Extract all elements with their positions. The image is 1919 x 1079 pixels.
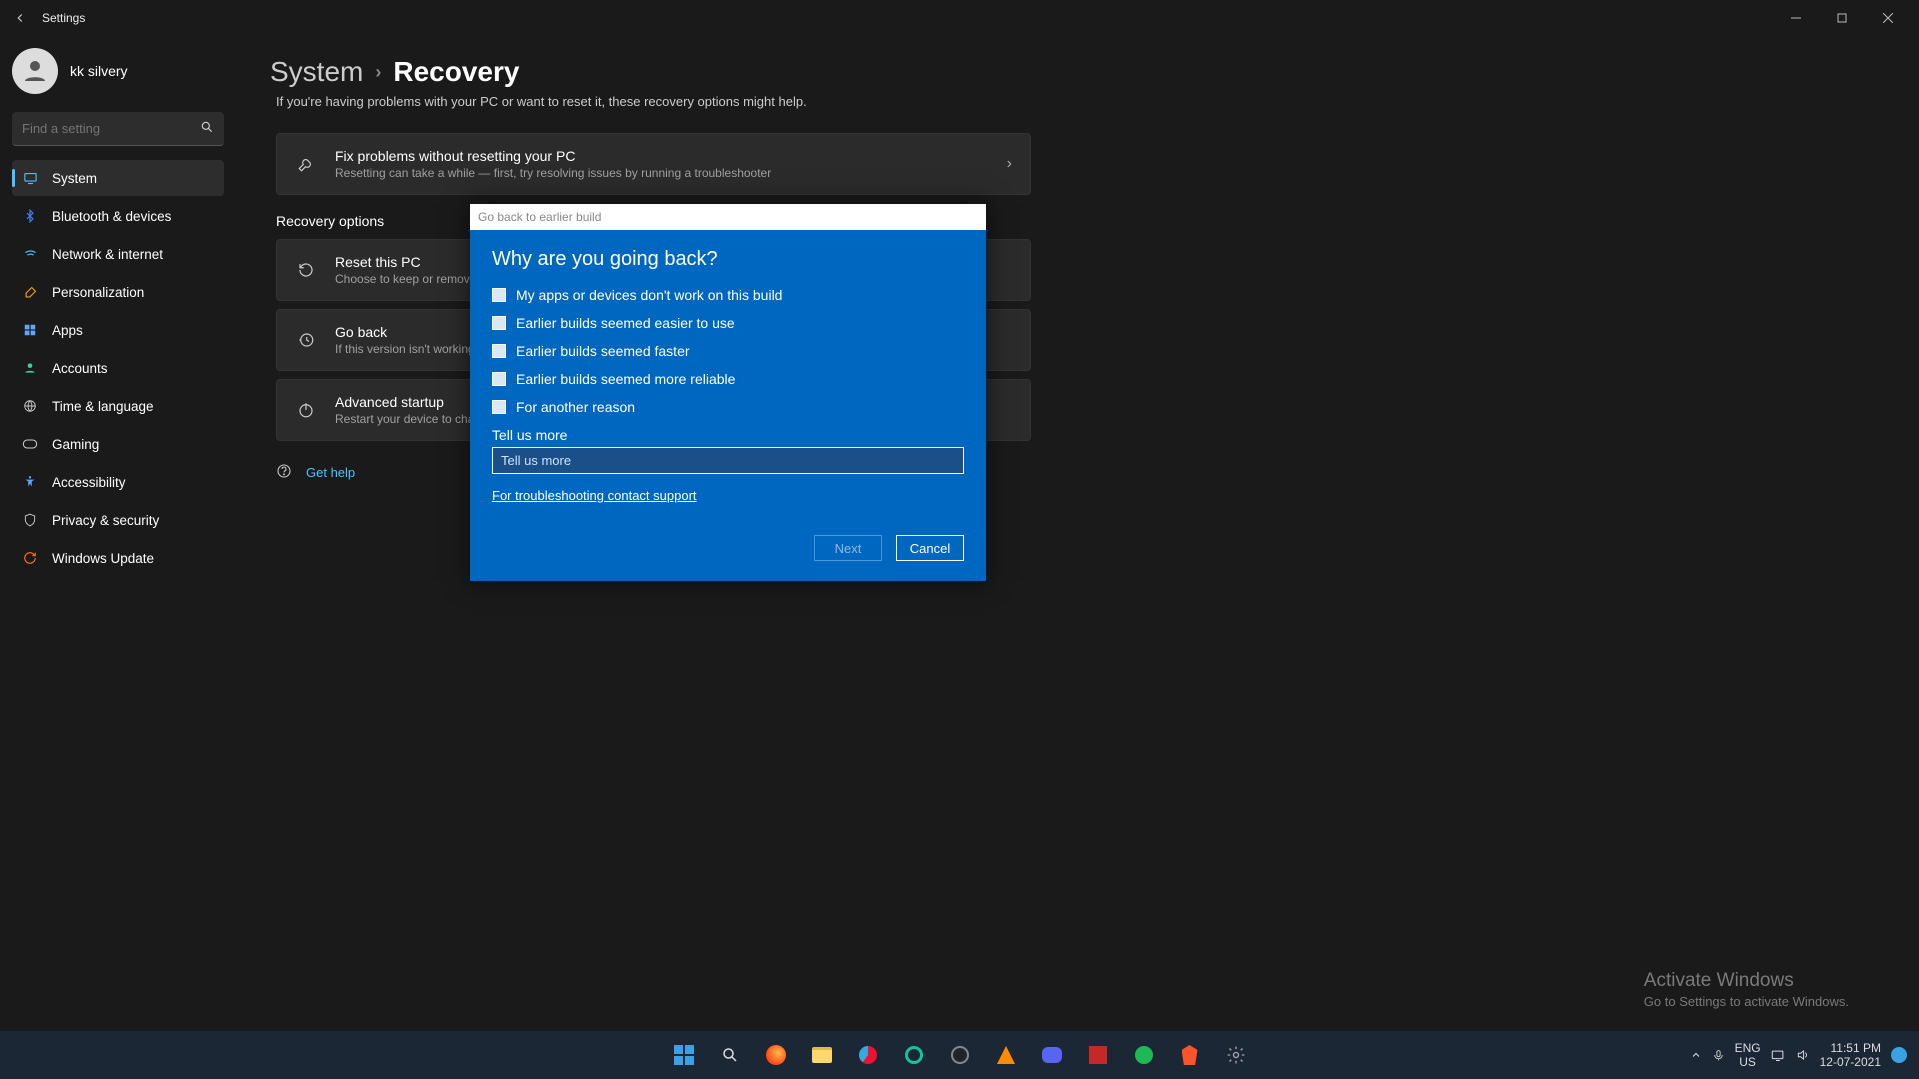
discord-icon[interactable]	[1032, 1035, 1072, 1075]
start-button[interactable]	[664, 1035, 704, 1075]
tell-us-label: Tell us more	[492, 427, 964, 443]
checkbox-box	[492, 372, 506, 386]
taskbar: ENG US 11:51 PM 12-07-2021	[0, 1031, 1919, 1079]
activate-watermark: Activate Windows Go to Settings to activ…	[1644, 970, 1849, 1009]
checkbox-label: Earlier builds seemed faster	[516, 343, 690, 359]
checkbox-label: Earlier builds seemed more reliable	[516, 371, 735, 387]
app-red-icon[interactable]	[1078, 1035, 1118, 1075]
grammarly-icon[interactable]	[894, 1035, 934, 1075]
checkbox-box	[492, 288, 506, 302]
reason-checkbox-3[interactable]: Earlier builds seemed more reliable	[492, 371, 964, 387]
checkbox-label: Earlier builds seemed easier to use	[516, 315, 735, 331]
microphone-icon[interactable]	[1712, 1049, 1725, 1062]
dialog-window-title: Go back to earlier build	[470, 204, 986, 230]
go-back-dialog: Go back to earlier build Why are you goi…	[470, 204, 986, 581]
brave-icon[interactable]	[1170, 1035, 1210, 1075]
checkbox-label: My apps or devices don't work on this bu…	[516, 287, 782, 303]
notifications-icon[interactable]	[1891, 1047, 1907, 1063]
taskbar-search-icon[interactable]	[710, 1035, 750, 1075]
spotify-icon[interactable]	[1124, 1035, 1164, 1075]
dialog-overlay: Go back to earlier build Why are you goi…	[0, 0, 1919, 1031]
support-link[interactable]: For troubleshooting contact support	[492, 488, 697, 503]
checkbox-label: For another reason	[516, 399, 635, 415]
next-button[interactable]: Next	[814, 535, 882, 561]
reason-checkbox-0[interactable]: My apps or devices don't work on this bu…	[492, 287, 964, 303]
checkbox-box	[492, 400, 506, 414]
watermark-title: Activate Windows	[1644, 970, 1849, 992]
reason-checkbox-2[interactable]: Earlier builds seemed faster	[492, 343, 964, 359]
reason-checkbox-4[interactable]: For another reason	[492, 399, 964, 415]
taskbar-center	[664, 1035, 1256, 1075]
language-switcher[interactable]: ENG US	[1735, 1041, 1761, 1070]
volume-icon[interactable]	[1796, 1048, 1810, 1062]
firefox-icon[interactable]	[756, 1035, 796, 1075]
settings-taskbar-icon[interactable]	[1216, 1035, 1256, 1075]
obs-icon[interactable]	[940, 1035, 980, 1075]
explorer-icon[interactable]	[802, 1035, 842, 1075]
tell-us-input[interactable]	[492, 447, 964, 474]
cancel-button[interactable]: Cancel	[896, 535, 964, 561]
ccleaner-icon[interactable]	[848, 1035, 888, 1075]
vlc-icon[interactable]	[986, 1035, 1026, 1075]
dialog-heading: Why are you going back?	[492, 248, 964, 271]
watermark-subtitle: Go to Settings to activate Windows.	[1644, 994, 1849, 1009]
checkbox-box	[492, 316, 506, 330]
reason-checkbox-1[interactable]: Earlier builds seemed easier to use	[492, 315, 964, 331]
network-icon[interactable]	[1771, 1049, 1786, 1062]
checkbox-box	[492, 344, 506, 358]
clock[interactable]: 11:51 PM 12-07-2021	[1820, 1041, 1881, 1070]
tray-expand-icon[interactable]	[1690, 1049, 1702, 1061]
